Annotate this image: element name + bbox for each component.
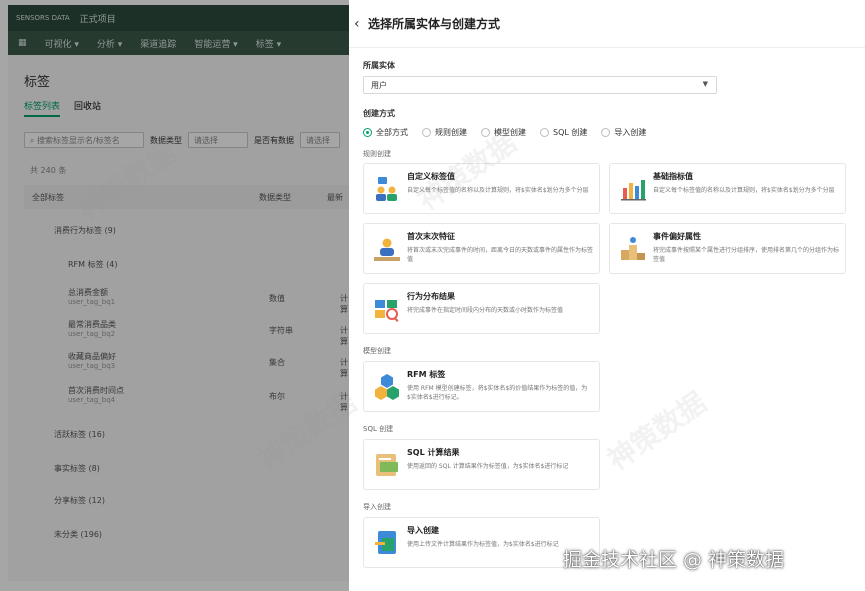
method-label: 创建方式 (363, 109, 395, 118)
create-tag-drawer: ‹ 选择所属实体与创建方式 所属实体 用户 ▼ 创建方式 全部方式 规则创建 模… (349, 0, 865, 591)
card-desc: 使用返回的 SQL 计算结果作为标签值，为$实体名$进行标记 (407, 463, 569, 470)
card-first-last[interactable]: 首次末次特征 将首次或末次完成事件的时间，距离今日的天数或事件的属性作为标签值 (363, 223, 600, 274)
radio-rule[interactable]: 规则创建 (422, 127, 467, 138)
card-desc: 自定义每个标签值的名称以及计算规则，将$实体名$划分为多个分层 (653, 187, 835, 194)
card-sql-result[interactable]: SQL 计算结果 使用返回的 SQL 计算结果作为标签值，为$实体名$进行标记 (363, 439, 600, 490)
radio-import[interactable]: 导入创建 (601, 127, 646, 138)
chevron-down-icon: ▼ (702, 80, 708, 88)
card-title: 事件偏好属性 (653, 232, 701, 241)
entity-label: 所属实体 (363, 61, 395, 70)
radio-checked-icon (363, 128, 372, 137)
card-title: 基础指标值 (653, 172, 693, 181)
screen: SENSORS DATA 正式项目 ▦ 可视化 ▾ 分析 ▾ 渠道追踪 智能运营… (0, 0, 865, 591)
entity-select-value: 用户 (371, 81, 387, 90)
radio-label: 全部方式 (376, 128, 408, 137)
radio-label: SQL 创建 (553, 128, 588, 137)
card-desc: 将首次或末次完成事件的时间，距离今日的天数或事件的属性作为标签值 (407, 247, 594, 263)
radio-unchecked-icon (601, 128, 611, 137)
card-title: SQL 计算结果 (407, 448, 460, 457)
card-title: 首次末次特征 (407, 232, 455, 241)
section-import: 导入创建 (363, 503, 391, 511)
distribution-icon (375, 300, 399, 322)
rfm-icon (375, 374, 399, 400)
radio-unchecked-icon (422, 128, 431, 137)
card-title: 导入创建 (407, 526, 439, 535)
drawer-title: 选择所属实体与创建方式 (368, 17, 501, 31)
radio-sql[interactable]: SQL 创建 (540, 127, 587, 138)
section-rule: 规则创建 (363, 150, 391, 158)
card-basic-metric[interactable]: 基础指标值 自定义每个标签值的名称以及计算规则，将$实体名$划分为多个分层 (609, 163, 846, 214)
sql-icon (376, 454, 398, 476)
first-last-icon (374, 238, 400, 261)
card-behavior-distribution[interactable]: 行为分布结果 将完成事件在指定时间段内分布的天数或小时数作为标签值 (363, 283, 600, 334)
radio-label: 规则创建 (435, 128, 467, 137)
import-icon (375, 531, 396, 554)
radio-unchecked-icon (540, 128, 549, 137)
back-icon[interactable]: ‹ (354, 16, 366, 32)
podium-icon (621, 237, 645, 260)
radio-all-methods[interactable]: 全部方式 (363, 127, 408, 138)
card-event-preference[interactable]: 事件偏好属性 将完成事件按照某个属性进行分组排序，使用排名第几个的分组作为标签值 (609, 223, 846, 274)
bar-chart-icon (621, 180, 646, 201)
section-sql: SQL 创建 (363, 425, 394, 433)
card-title: 行为分布结果 (407, 292, 455, 301)
footer-watermark: 掘金技术社区 @ 神策数据 (563, 549, 785, 571)
section-model: 模型创建 (363, 347, 391, 355)
card-desc: 使用 RFM 模型创建标签，将$实体名$的价值结果作为标签的值，为$实体名$进行… (407, 385, 588, 401)
card-desc: 将完成事件在指定时间段内分布的天数或小时数作为标签值 (407, 307, 564, 314)
card-title: RFM 标签 (407, 370, 446, 379)
card-rfm[interactable]: RFM 标签 使用 RFM 模型创建标签，将$实体名$的价值结果作为标签的值，为… (363, 361, 600, 412)
custom-tag-icon (376, 177, 397, 201)
drawer-header: ‹ 选择所属实体与创建方式 (349, 0, 865, 48)
entity-select[interactable]: 用户 ▼ (363, 76, 717, 94)
radio-label: 导入创建 (614, 128, 647, 137)
card-desc: 将完成事件按照某个属性进行分组排序，使用排名第几个的分组作为标签值 (653, 247, 840, 263)
